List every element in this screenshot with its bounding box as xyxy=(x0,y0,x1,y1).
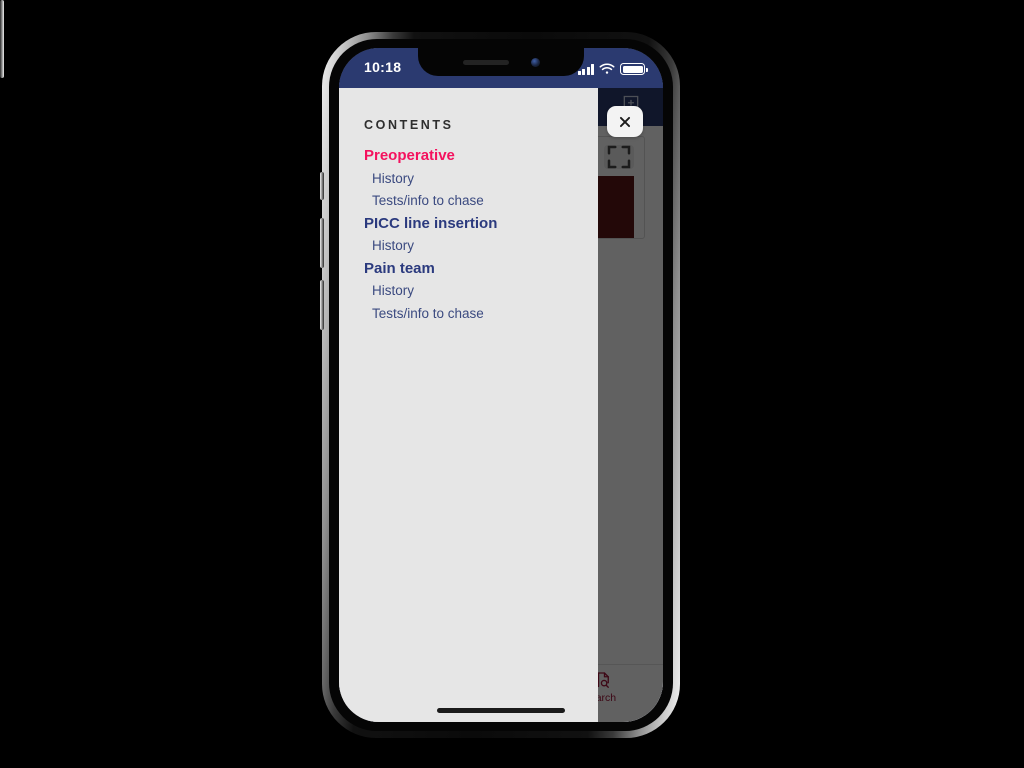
contents-drawer: CONTENTS Preoperative History Tests/info t… xyxy=(339,88,598,722)
phone-screen: ast y? e? Any ems? review? CCF, f the d … xyxy=(339,48,663,722)
front-camera xyxy=(530,57,540,67)
power-button[interactable] xyxy=(0,0,4,78)
toc-sub-item[interactable]: History xyxy=(339,168,598,191)
volume-up-button[interactable] xyxy=(320,218,324,268)
status-bar-indicators xyxy=(577,61,648,75)
toc-heading-item[interactable]: PICC line insertion xyxy=(339,213,598,236)
toc-sub-item[interactable]: History xyxy=(339,280,598,303)
wifi-icon xyxy=(599,63,615,74)
contents-heading: CONTENTS xyxy=(364,118,454,132)
toc-sub-item[interactable]: History xyxy=(339,235,598,258)
toc-sub-item[interactable]: Tests/info to chase xyxy=(339,303,598,326)
volume-down-button[interactable] xyxy=(320,280,324,330)
toc-heading-item[interactable]: Pain team xyxy=(339,258,598,281)
toc-heading-item[interactable]: Preoperative xyxy=(339,145,598,168)
battery-icon xyxy=(620,63,648,75)
toc-sub-item[interactable]: Tests/info to chase xyxy=(339,190,598,213)
close-drawer-button[interactable] xyxy=(607,106,643,137)
earpiece-speaker xyxy=(462,59,509,65)
screenshot-stage: ast y? e? Any ems? review? CCF, f the d … xyxy=(0,0,1024,768)
status-bar-time: 10:18 xyxy=(364,59,402,75)
device-notch xyxy=(418,48,584,76)
table-of-contents-list: Preoperative History Tests/info to chase PI… xyxy=(339,145,598,325)
close-icon xyxy=(619,116,631,127)
mute-switch[interactable] xyxy=(320,172,324,200)
home-indicator[interactable] xyxy=(437,708,565,713)
